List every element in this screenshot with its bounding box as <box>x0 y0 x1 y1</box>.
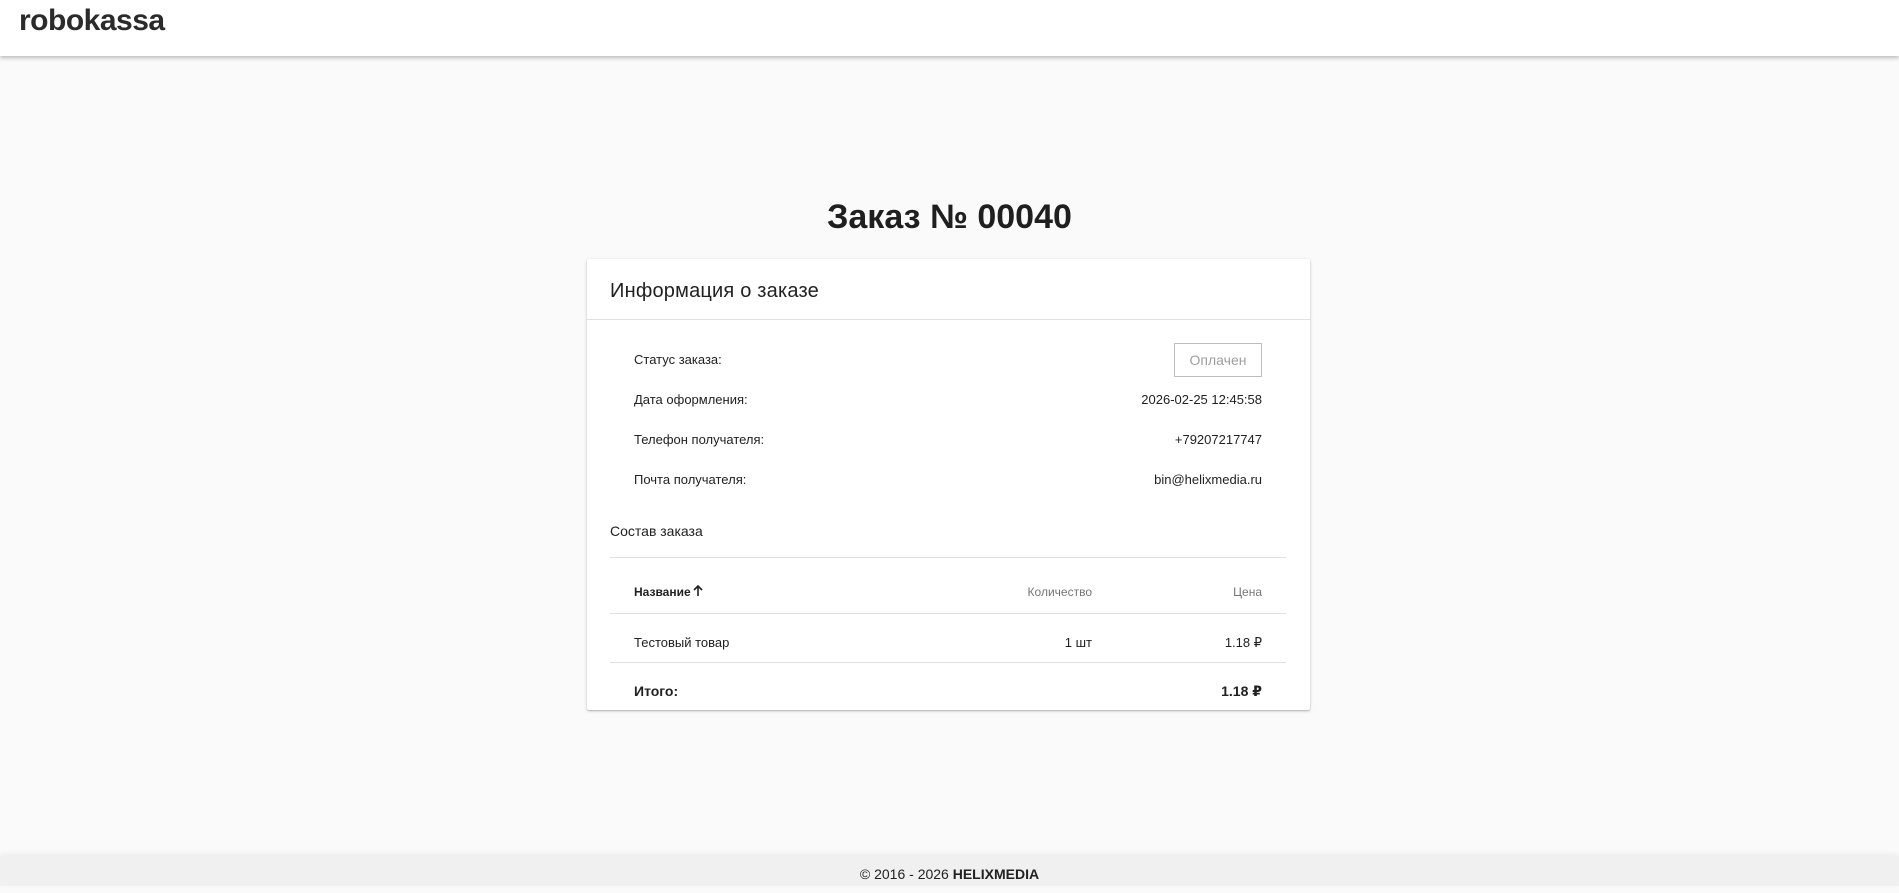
footer-company: HELIXMEDIA <box>952 866 1040 882</box>
arrow-up-icon <box>693 585 703 596</box>
page-title: Заказ № 00040 <box>827 198 1072 236</box>
column-header-quantity[interactable]: Количество <box>1028 585 1092 599</box>
table-header-divider <box>610 613 1286 614</box>
status-label: Статус заказа: <box>634 352 722 367</box>
column-header-price[interactable]: Цена <box>1233 585 1262 599</box>
phone-label: Телефон получателя: <box>634 432 765 447</box>
card-header: Информация о заказе <box>587 259 1310 320</box>
info-row-email: Почта получателя: bin@helixmedia.ru <box>634 460 1262 500</box>
info-row-status: Статус заказа: Оплачен <box>634 340 1262 380</box>
order-info-card: Информация о заказе Статус заказа: Оплач… <box>587 259 1310 710</box>
top-app-bar: robokassa <box>0 0 1899 56</box>
total-label: Итого: <box>634 683 679 699</box>
info-row-date: Дата оформления: 2026-02-25 12:45:58 <box>634 380 1262 420</box>
card-title: Информация о заказе <box>610 280 819 302</box>
robokassa-logo[interactable]: robokassa <box>19 4 165 38</box>
total-value: 1.18 ₽ <box>1221 683 1262 699</box>
date-label: Дата оформления: <box>634 392 748 407</box>
table-top-divider <box>610 557 1286 558</box>
column-header-name[interactable]: Название <box>634 585 704 599</box>
row-item-price: 1.18 ₽ <box>1224 635 1262 650</box>
status-badge: Оплачен <box>1174 343 1262 377</box>
info-row-phone: Телефон получателя: +79207217747 <box>634 420 1262 460</box>
footer-copyright: © 2016 - 2026 <box>859 866 953 882</box>
date-value: 2026-02-25 12:45:58 <box>1141 392 1262 407</box>
email-value: bin@helixmedia.ru <box>1154 472 1262 487</box>
column-header-name-label: Название <box>634 585 691 599</box>
row-item-quantity: 1 шт <box>1064 635 1092 650</box>
email-label: Почта получателя: <box>634 472 747 487</box>
table-row-divider <box>610 662 1286 663</box>
phone-value: +79207217747 <box>1174 432 1262 447</box>
order-composition-title: Состав заказа <box>610 523 703 539</box>
footer: © 2016 - 2026 HELIXMEDIA <box>0 856 1899 886</box>
row-item-name: Тестовый товар <box>634 635 730 650</box>
